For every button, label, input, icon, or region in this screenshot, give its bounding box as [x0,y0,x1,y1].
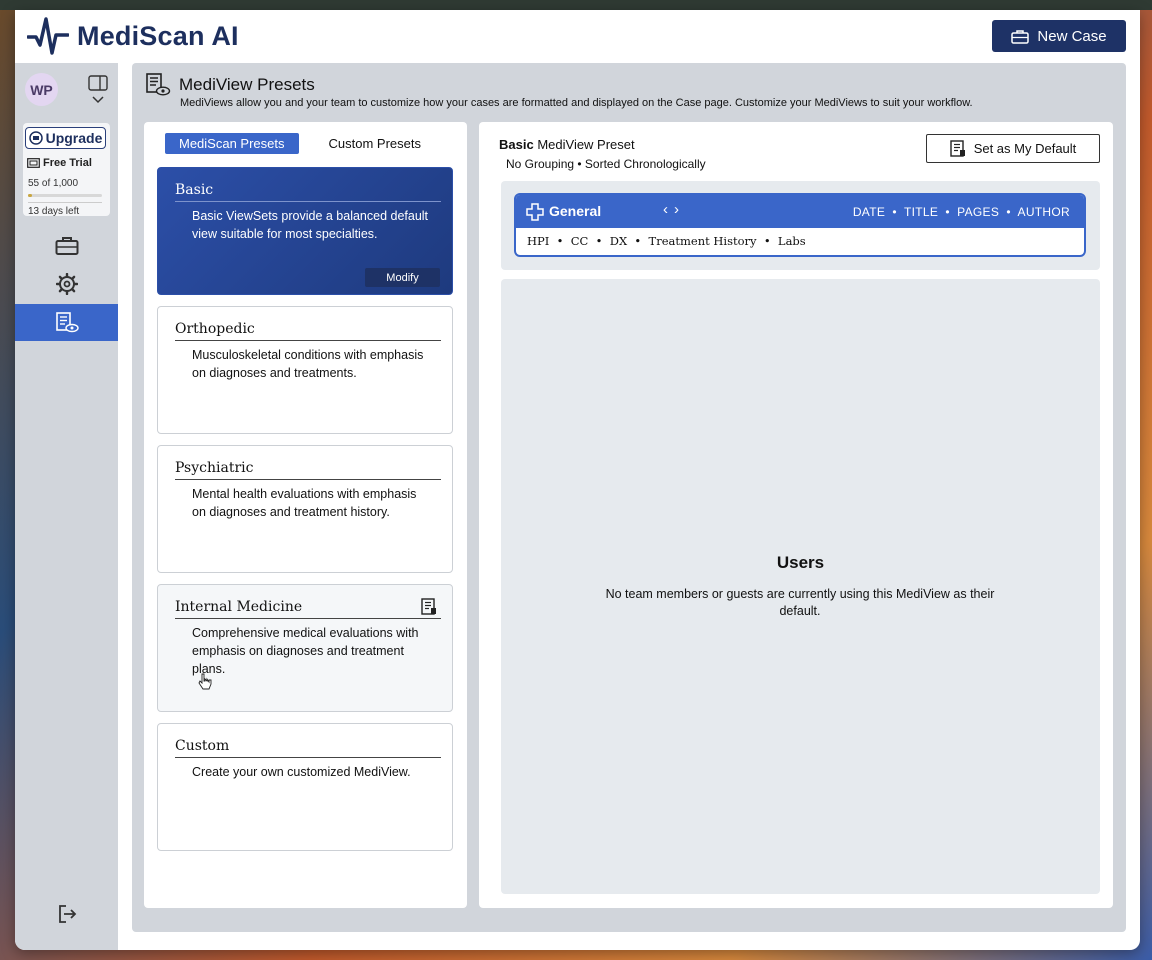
logout-button[interactable] [15,895,118,932]
preset-heading: Basic MediView Preset [499,137,635,152]
upgrade-button[interactable]: Upgrade [25,127,106,149]
nav-mediview[interactable] [15,304,118,341]
new-case-label: New Case [1037,27,1107,45]
mediview-nav-arrows[interactable]: ‹› [663,201,685,218]
preset-title: Custom [175,738,230,754]
users-title: Users [776,553,825,572]
mediview-columns: DATE • TITLE • PAGES • AUTHOR [852,205,1070,219]
modify-button[interactable]: Modify [365,268,440,287]
mediview-icon [146,73,171,96]
divider [175,479,441,480]
logout-icon [58,904,76,923]
chevron-down-icon [92,96,104,104]
sidebar: WP Upgrade Free Trial 55 of 1,000 13 day… [15,63,118,950]
top-edge [0,0,1152,10]
preset-kind: MediView Preset [537,137,635,152]
preset-card-orthopedic[interactable]: Orthopedic Musculoskeletal conditions wi… [157,306,453,434]
chevron-left-icon[interactable]: ‹ [663,201,674,218]
divider [175,757,441,758]
set-default-icon[interactable] [421,598,437,615]
preset-card-psychiatric[interactable]: Psychiatric Mental health evaluations wi… [157,445,453,573]
mediview-header-bar: General ‹› DATE • TITLE • PAGES • AUTHOR [516,195,1084,228]
plus-cross-icon [526,203,544,221]
pulse-logo-icon [27,17,69,55]
preset-name: Basic [499,137,534,152]
preset-tabs: MediScan Presets Custom Presets [165,133,435,154]
tab-mediscan-presets[interactable]: MediScan Presets [165,133,299,154]
logo: MediScan AI [27,15,239,57]
new-case-button[interactable]: New Case [992,20,1126,52]
preset-list-panel: MediScan Presets Custom Presets Basic Ba… [144,122,467,908]
trial-progress [28,194,102,197]
divider [175,201,441,202]
gear-icon [55,272,78,295]
preset-title: Basic [175,182,214,198]
document-icon [949,140,965,157]
preset-title: Psychiatric [175,460,254,476]
nav-cases[interactable] [15,227,118,264]
preset-description: Musculoskeletal conditions with emphasis… [192,348,424,380]
page-title: MediView Presets [179,75,315,94]
ticket-icon [27,158,40,168]
mediview-icon [55,311,79,332]
app-header: MediScan AI New Case [15,10,1140,63]
preset-title: Orthopedic [175,321,255,337]
preset-card-basic[interactable]: Basic Basic ViewSets provide a balanced … [157,167,453,295]
trial-usage: 55 of 1,000 [28,178,79,189]
mediview-sections: HPI • CC • DX • Treatment History • Labs [527,234,806,248]
divider [175,340,441,341]
mediview-group-title: General [549,203,602,219]
preset-description: Basic ViewSets provide a balanced defaul… [192,209,429,241]
preset-description: Create your own customized MediView. [192,765,411,779]
trial-progress-fill [28,194,33,197]
users-message: No team members or guests are currently … [605,587,995,618]
app-window: MediScan AI New Case WP Upgrade Free Tri… [15,10,1140,950]
chevron-right-icon[interactable]: › [674,201,685,218]
preset-card-internal-medicine[interactable]: Internal Medicine Comprehensive medical … [157,584,453,712]
trial-label-row: Free Trial [27,157,92,169]
main-content: MediView Presets MediViews allow you and… [132,63,1126,932]
briefcase-icon [1011,29,1030,44]
divider [175,618,441,619]
trial-card: Upgrade Free Trial 55 of 1,000 13 days l… [23,123,110,217]
preset-meta: No Grouping • Sorted Chronologically [506,157,706,171]
upgrade-icon [28,131,43,145]
preset-description: Mental health evaluations with emphasis … [192,487,417,519]
sidebar-toggle[interactable] [88,75,108,107]
app-title: MediScan AI [77,20,239,51]
tab-custom-presets[interactable]: Custom Presets [315,133,435,154]
briefcase-icon [55,236,78,255]
users-section: Users No team members or guests are curr… [501,279,1100,894]
page-subtitle: MediViews allow you and your team to cus… [180,97,973,109]
trial-label: Free Trial [43,157,92,169]
preset-card-custom[interactable]: Custom Create your own customized MediVi… [157,723,453,851]
trial-days: 13 days left [28,202,102,217]
avatar[interactable]: WP [25,73,58,106]
preset-detail-panel: Basic MediView Preset No Grouping • Sort… [479,122,1113,908]
mediview-header-card: General ‹› DATE • TITLE • PAGES • AUTHOR… [514,193,1086,257]
set-default-button[interactable]: Set as My Default [926,134,1100,163]
preset-description: Comprehensive medical evaluations with e… [192,626,419,676]
set-default-label: Set as My Default [973,141,1077,156]
mediview-preview: General ‹› DATE • TITLE • PAGES • AUTHOR… [501,181,1100,270]
preset-title: Internal Medicine [175,599,303,615]
hand-cursor-icon [198,673,212,690]
nav-settings[interactable] [15,265,118,302]
sidebar-panel-icon [88,75,108,91]
upgrade-label: Upgrade [45,130,103,146]
